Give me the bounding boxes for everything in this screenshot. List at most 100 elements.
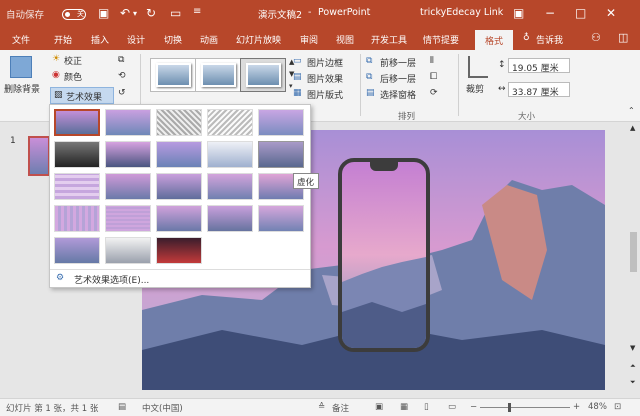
selection-pane-button[interactable]: 选择窗格 [380, 88, 416, 101]
gallery-more-icon[interactable]: ▾ [289, 82, 293, 90]
effect-pastels-smooth[interactable] [207, 205, 253, 232]
scroll-down-icon[interactable]: ▼ [630, 344, 635, 352]
width-field[interactable]: 33.87 厘米 [508, 82, 570, 98]
share-icon[interactable]: ◫ [618, 31, 628, 44]
normal-view-icon[interactable]: ▣ [375, 402, 383, 412]
tab-developer[interactable]: 开发工具 [371, 33, 407, 46]
remove-bg-label[interactable]: 删除背景 [4, 82, 40, 95]
tab-view[interactable]: 视图 [336, 33, 354, 46]
title-separator: - [308, 7, 312, 18]
customize-qat-icon[interactable]: ≡ [193, 6, 201, 17]
zoom-out-icon[interactable]: − [470, 402, 477, 412]
effect-cutout[interactable] [54, 237, 100, 264]
tab-file[interactable]: 文件 [12, 33, 30, 46]
sorter-view-icon[interactable]: ▦ [400, 402, 408, 412]
effect-photocopy[interactable] [105, 237, 151, 264]
title-bar: 自动保存 关 ▣ ↶ ▾ ↻ ▭ ≡ 演示文稿2 - PowerPoint tr… [0, 0, 640, 28]
spellcheck-icon[interactable]: ▤ [118, 402, 126, 412]
effect-none[interactable] [54, 109, 100, 136]
prev-slide-icon[interactable]: ⏶ [630, 362, 636, 371]
tab-storyboard[interactable]: 情节提要 [423, 33, 459, 46]
effect-crisscross-etching[interactable] [156, 205, 202, 232]
tab-home[interactable]: 开始 [54, 33, 72, 46]
next-slide-icon[interactable]: ⏷ [630, 378, 636, 387]
group-icon[interactable]: ⧠ [430, 72, 437, 82]
slideshow-icon[interactable]: ▭ [170, 6, 181, 20]
collapse-ribbon-icon[interactable]: ⌃ [628, 106, 635, 115]
picture-layout-button[interactable]: 图片版式 [307, 88, 343, 101]
tab-animations[interactable]: 动画 [200, 33, 218, 46]
zoom-in-icon[interactable]: + [573, 402, 580, 412]
change-picture-icon[interactable]: ⟲ [118, 71, 126, 81]
color-button[interactable]: 颜色 [64, 70, 82, 83]
tab-format[interactable]: 格式 [475, 30, 514, 50]
crop-button[interactable]: 裁剪 [466, 82, 484, 95]
bring-forward-button[interactable]: 前移一层 [380, 56, 416, 69]
align-icon[interactable]: ⫴ [430, 56, 434, 66]
correct-button[interactable]: 校正 [64, 54, 82, 67]
save-icon[interactable]: ▣ [98, 6, 109, 20]
reset-picture-icon[interactable]: ↺ [118, 88, 126, 98]
compress-icon[interactable]: ⧉ [118, 55, 124, 65]
artistic-effects-options[interactable]: 艺术效果选项(E)... [74, 273, 149, 286]
zoom-slider-thumb[interactable] [508, 403, 511, 412]
artistic-effects-button[interactable]: ▨ 艺术效果 [50, 87, 114, 104]
vertical-scrollbar[interactable]: ▲ ▼ ⏶ ⏷ [627, 122, 640, 398]
redo-icon[interactable]: ↻ [146, 6, 156, 20]
rotate-icon[interactable]: ⟳ [430, 88, 438, 98]
effect-chalk-sketch[interactable] [54, 141, 100, 168]
crop-icon[interactable] [468, 56, 488, 78]
fit-slide-icon[interactable]: ⊡ [614, 402, 621, 412]
ribbon-display-icon[interactable]: ▣ [513, 6, 524, 20]
close-icon[interactable]: ✕ [606, 6, 616, 20]
effect-light-screen[interactable] [54, 173, 100, 200]
zoom-slider[interactable] [480, 407, 570, 408]
tab-review[interactable]: 审阅 [300, 33, 318, 46]
effect-paint-brush[interactable] [156, 141, 202, 168]
autosave-state: 关 [77, 10, 84, 18]
picture-style-1[interactable] [150, 58, 196, 92]
zoom-level[interactable]: 48% [588, 402, 607, 412]
effect-pencil-sketch[interactable] [207, 109, 253, 136]
effect-watercolor-sponge[interactable] [105, 173, 151, 200]
slideshow-view-icon[interactable]: ▭ [448, 402, 456, 412]
notes-icon[interactable]: ≙ [318, 402, 325, 412]
effect-film-grain[interactable] [156, 173, 202, 200]
slide-thumbnail[interactable] [28, 136, 50, 176]
picture-effects-button[interactable]: 图片效果 [307, 72, 343, 85]
minimize-icon[interactable]: − [545, 6, 555, 20]
remove-background-icon[interactable] [10, 56, 32, 78]
effect-pencil-grayscale[interactable] [156, 109, 202, 136]
tab-insert[interactable]: 插入 [91, 33, 109, 46]
effect-mosaic-bubbles[interactable] [207, 173, 253, 200]
scroll-up-icon[interactable]: ▲ [630, 124, 635, 132]
tab-transitions[interactable]: 切换 [164, 33, 182, 46]
effect-cement[interactable] [54, 205, 100, 232]
picture-style-2[interactable] [195, 58, 241, 92]
picture-style-3[interactable] [240, 58, 286, 92]
tab-slideshow[interactable]: 幻灯片放映 [236, 33, 281, 46]
effect-blur[interactable] [258, 141, 304, 168]
effect-texturizer[interactable] [105, 205, 151, 232]
send-backward-button[interactable]: 后移一层 [380, 72, 416, 85]
user-name[interactable]: trickyEdecay Link [420, 7, 503, 18]
scroll-thumb[interactable] [630, 232, 637, 272]
undo-icon[interactable]: ↶ [120, 6, 130, 20]
effect-glow-edges[interactable] [156, 237, 202, 264]
tab-design[interactable]: 设计 [127, 33, 145, 46]
phone-frame[interactable] [338, 158, 430, 352]
picture-border-button[interactable]: 图片边框 [307, 56, 343, 69]
effect-plastic-wrap[interactable] [258, 205, 304, 232]
notes-button[interactable]: 备注 [332, 402, 349, 414]
effect-marker[interactable] [105, 109, 151, 136]
language-label[interactable]: 中文(中国) [142, 402, 183, 414]
undo-dropdown-icon[interactable]: ▾ [133, 9, 137, 18]
maximize-icon[interactable]: □ [575, 6, 586, 20]
effect-paint-strokes[interactable] [105, 141, 151, 168]
effect-glow-diffused[interactable] [207, 141, 253, 168]
account-icon[interactable]: ⚇ [591, 31, 601, 44]
effect-line-drawing[interactable] [258, 109, 304, 136]
tell-me[interactable]: 告诉我 [536, 33, 563, 46]
reading-view-icon[interactable]: ▯ [424, 402, 429, 412]
height-field[interactable]: 19.05 厘米 [508, 58, 570, 74]
